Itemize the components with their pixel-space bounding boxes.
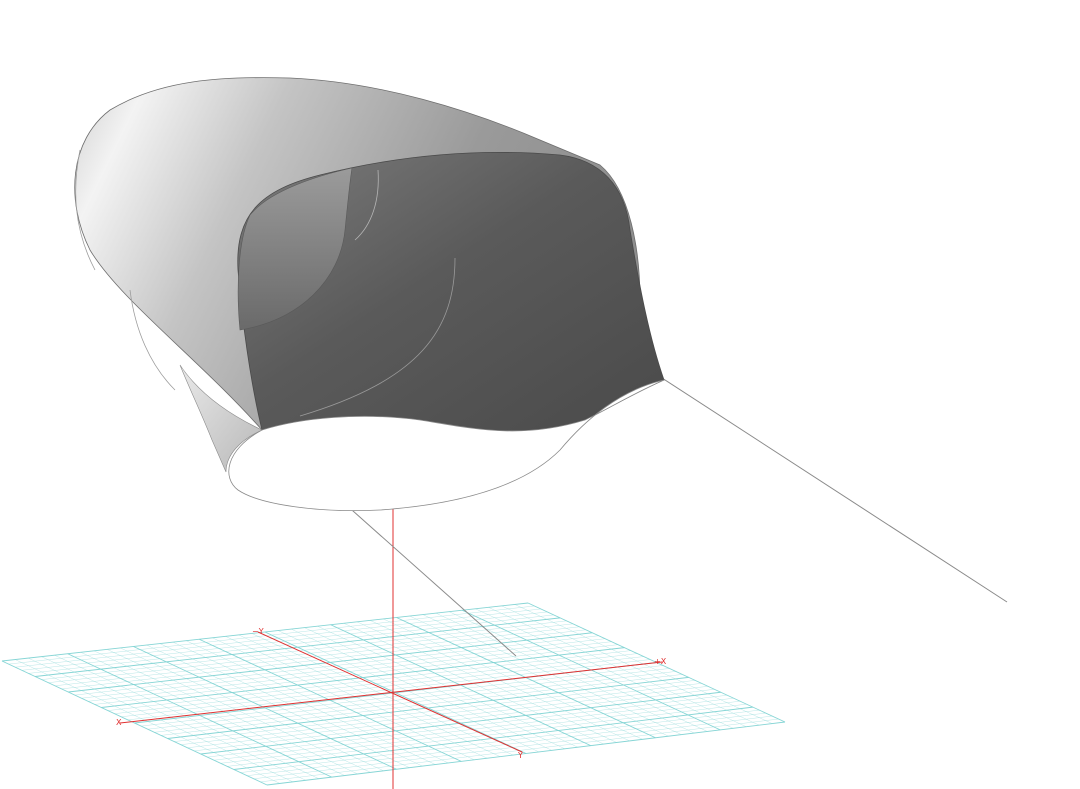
surface-model[interactable] bbox=[74, 77, 665, 512]
grid-line-v bbox=[266, 721, 786, 786]
y-neg-axis-label: −Y bbox=[252, 627, 264, 636]
y-pos-axis-label: Y bbox=[517, 751, 523, 760]
grid-line-v bbox=[233, 706, 753, 770]
guide-line-right bbox=[661, 377, 1008, 603]
grid-line-v bbox=[240, 709, 760, 773]
x-neg-axis-label: X bbox=[116, 718, 122, 727]
x-pos-axis-label: +X bbox=[654, 657, 667, 666]
cad-3d-viewport[interactable]: +Z −Y +X X Y bbox=[0, 0, 1080, 789]
grid-line-v bbox=[227, 703, 747, 767]
